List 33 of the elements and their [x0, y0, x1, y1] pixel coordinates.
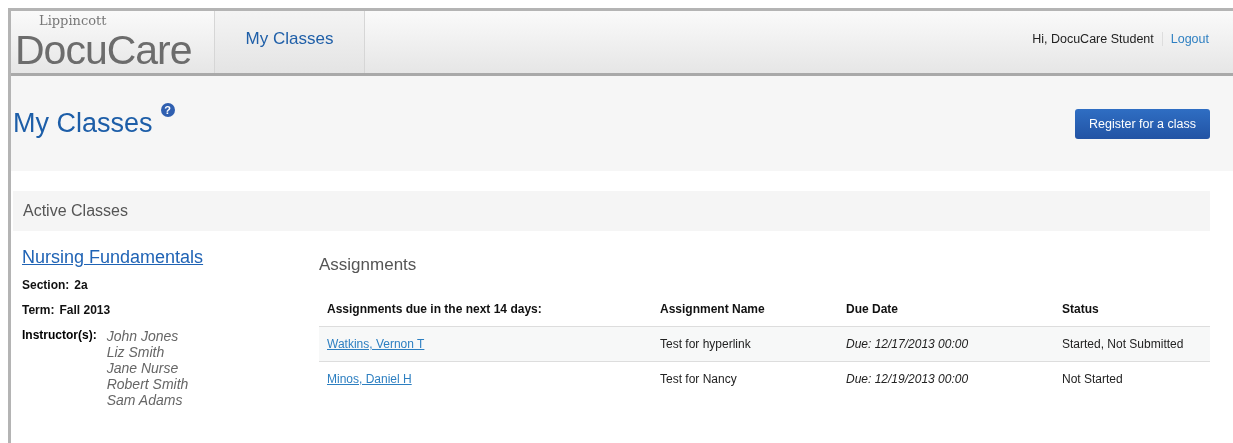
student-link[interactable]: Minos, Daniel H	[327, 372, 412, 386]
column-header: Status	[1054, 292, 1210, 327]
instructor-name: Jane Nurse	[106, 360, 180, 376]
student-link[interactable]: Watkins, Vernon T	[327, 337, 425, 351]
term-value: Fall 2013	[59, 303, 111, 317]
brand-subtitle: Lippincott	[39, 14, 108, 28]
logout-link[interactable]: Logout	[1162, 32, 1209, 46]
table-cell: Test for hyperlink	[652, 326, 838, 362]
brand-logo: DocuCare	[15, 28, 193, 72]
table-cell: Due: 12/17/2013 00:00	[838, 326, 1054, 362]
user-greeting: Hi, DocuCare Student	[1032, 32, 1163, 46]
column-header: Assignment Name	[652, 292, 838, 327]
page-title: My Classes	[13, 108, 153, 139]
section-header: Active Classes	[13, 191, 1210, 231]
register-button[interactable]: Register for a class	[1075, 108, 1210, 139]
section-value: 2a	[74, 278, 88, 292]
instructor-name: Robert Smith	[106, 376, 189, 392]
table-cell: Not Started	[1054, 361, 1210, 396]
table-cell: Started, Not Submitted	[1054, 326, 1210, 362]
term-label: Term:	[22, 303, 55, 317]
help-icon[interactable]: ?	[160, 102, 175, 117]
instructor-name: Liz Smith	[106, 344, 166, 360]
instructor-name: Sam Adams	[106, 392, 184, 408]
nav-tab[interactable]: My Classes	[215, 11, 365, 73]
class-link[interactable]: Nursing Fundamentals	[22, 247, 319, 268]
table-cell: Test for Nancy	[652, 361, 838, 396]
column-header: Due Date	[838, 292, 1054, 327]
section-label: Section:	[22, 278, 70, 292]
assignments-title: Assignments	[319, 255, 418, 275]
instructor-name: John Jones	[106, 328, 180, 344]
column-header: Assignments due in the next 14 days:	[319, 292, 652, 327]
table-cell: Due: 12/19/2013 00:00	[838, 361, 1054, 396]
instructors-label: Instructor(s):	[22, 328, 97, 344]
